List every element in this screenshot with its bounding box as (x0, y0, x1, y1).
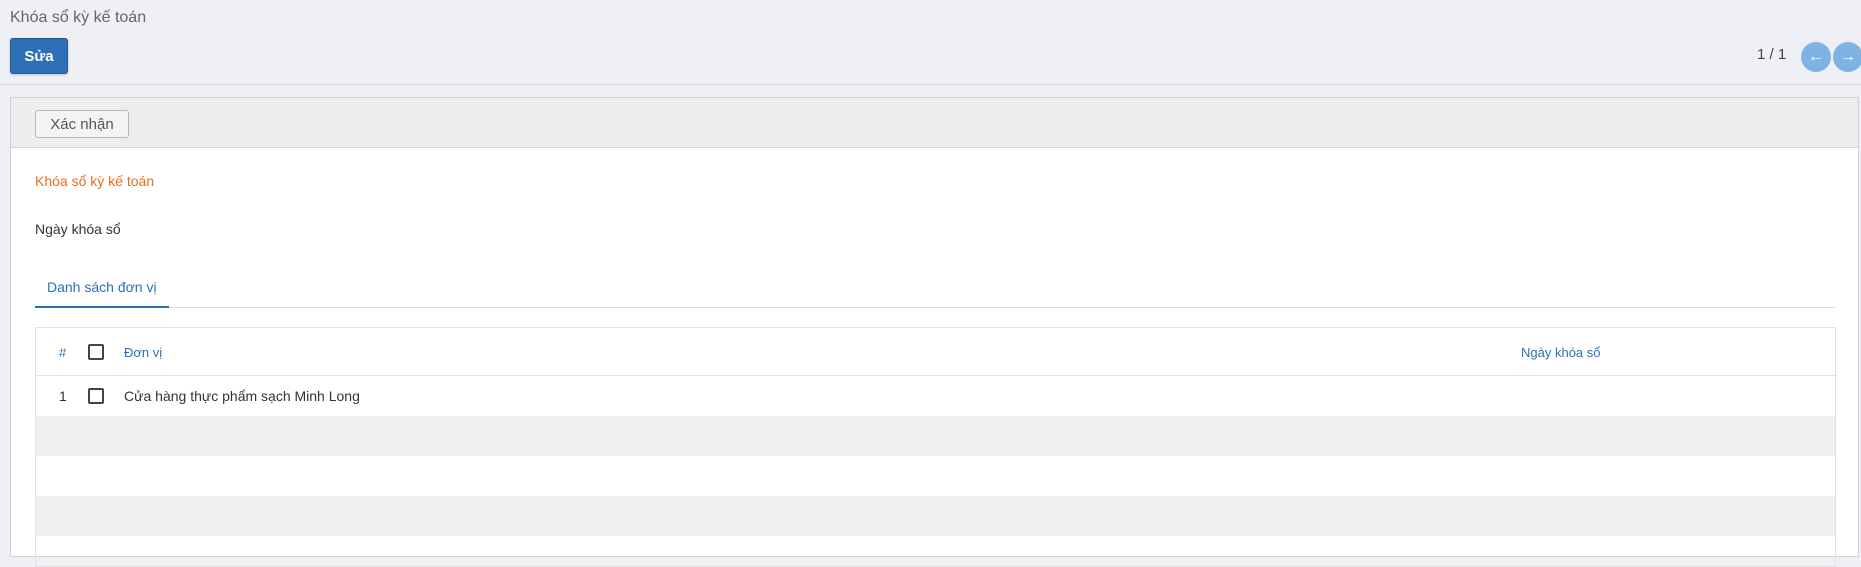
confirm-button[interactable]: Xác nhận (35, 110, 129, 138)
arrow-right-icon: → (1840, 48, 1856, 65)
row-checkbox[interactable] (88, 388, 104, 404)
form-sheet: Xác nhận Khóa sổ kỳ kế toán Ngày khóa sổ… (10, 97, 1859, 567)
table-row[interactable]: 1 Cửa hàng thực phẩm sạch Minh Long (36, 376, 1835, 416)
column-header-index: # (59, 345, 67, 360)
table-header: # Đơn vị Ngày khóa sổ (36, 328, 1835, 376)
form-statusbar: Xác nhận (11, 98, 1858, 148)
tab-units[interactable]: Danh sách đơn vị (35, 268, 169, 308)
column-header-close-date[interactable]: Ngày khóa sổ (1521, 345, 1601, 360)
pager-value: 1 / 1 (1757, 46, 1787, 63)
notebook-tabs: Danh sách đơn vị (35, 268, 1835, 308)
select-all-checkbox[interactable] (88, 344, 104, 360)
form-title: Khóa sổ kỳ kế toán (35, 173, 155, 189)
next-record-button[interactable]: → (1833, 42, 1861, 72)
edit-button[interactable]: Sửa (10, 38, 68, 74)
arrow-left-icon: ← (1808, 48, 1824, 65)
empty-row (36, 536, 1835, 566)
previous-record-button[interactable]: ← (1801, 42, 1831, 72)
row-index: 1 (59, 388, 67, 404)
row-unit-name: Cửa hàng thực phẩm sạch Minh Long (124, 388, 360, 404)
close-date-label: Ngày khóa sổ (35, 221, 121, 237)
empty-row (36, 416, 1835, 456)
breadcrumb[interactable]: Khóa sổ kỳ kế toán (10, 9, 146, 27)
control-panel: Khóa sổ kỳ kế toán Sửa 1 / 1 ← → (0, 0, 1861, 85)
units-table: # Đơn vị Ngày khóa sổ 1 Cửa hàng thực ph… (35, 327, 1836, 567)
column-header-unit[interactable]: Đơn vị (124, 345, 162, 360)
empty-row (36, 496, 1835, 536)
empty-row (36, 456, 1835, 496)
